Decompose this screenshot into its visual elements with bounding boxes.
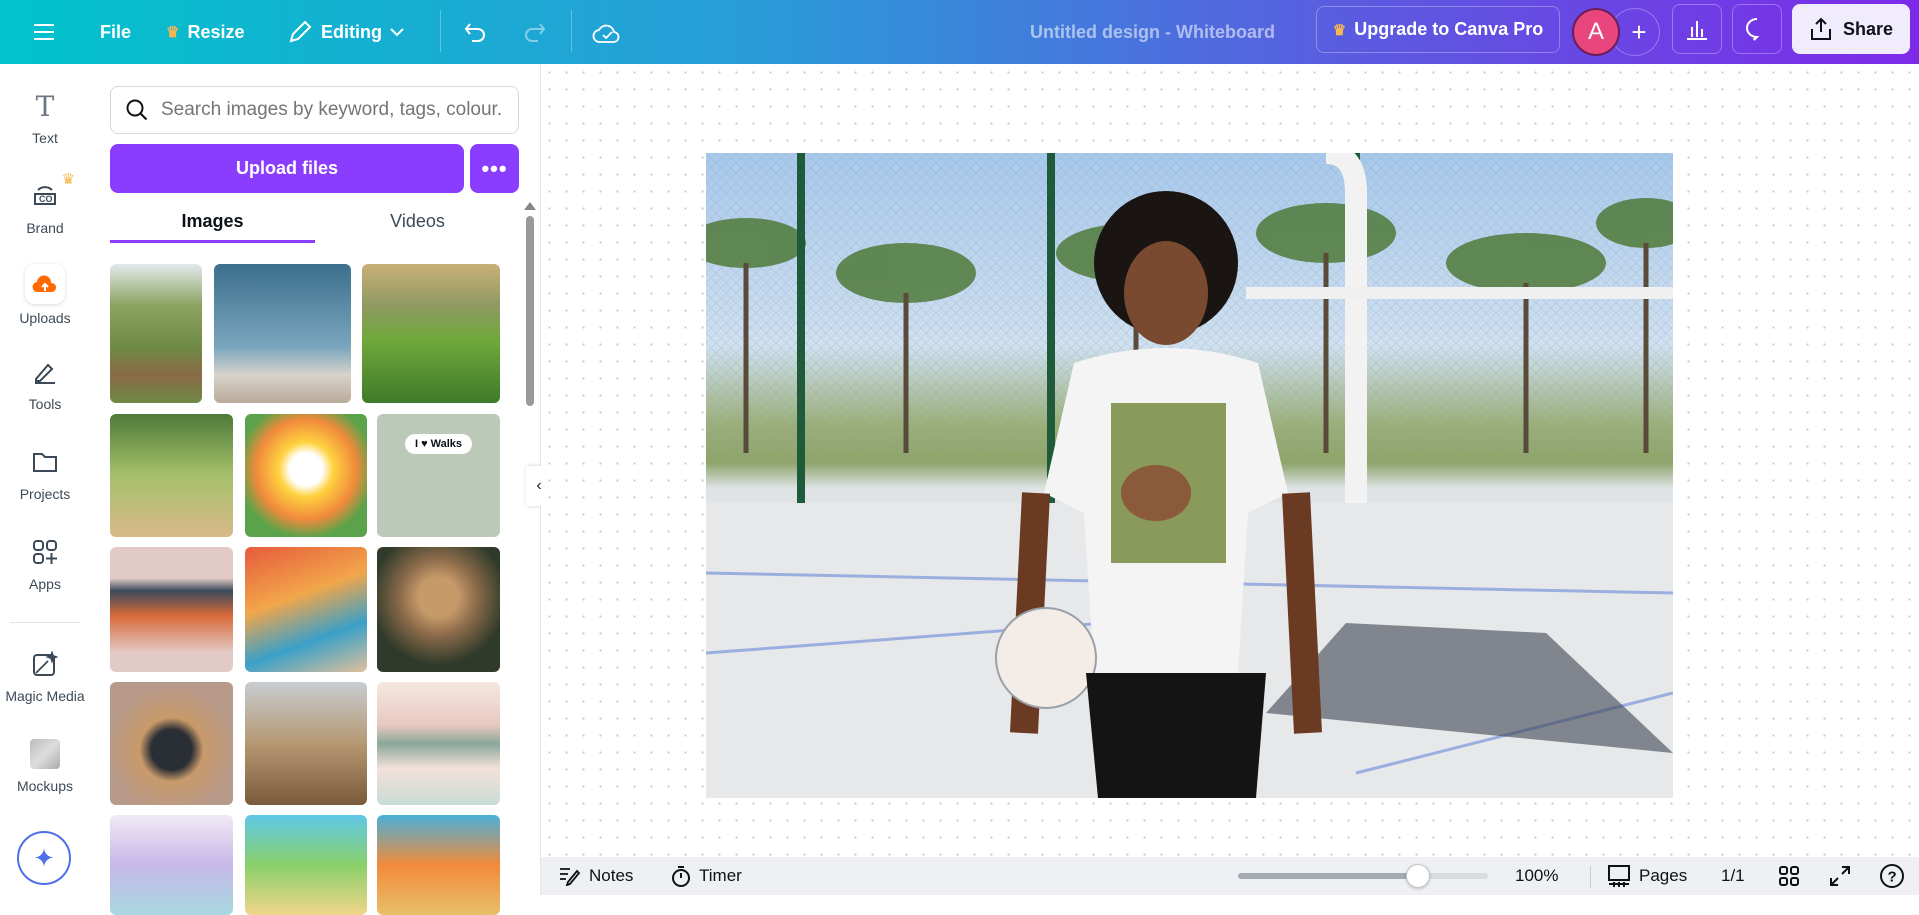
upload-files-button[interactable]: Upload files — [110, 144, 464, 193]
active-tab-indicator — [110, 240, 315, 243]
hamburger-icon — [34, 24, 54, 40]
tab-videos[interactable]: Videos — [315, 200, 520, 242]
brand-icon: CO ♛ — [27, 171, 75, 214]
page-count: 1/1 — [1721, 866, 1745, 885]
undo-button[interactable] — [463, 0, 489, 64]
scroll-up-icon[interactable] — [524, 202, 536, 210]
grid-view-button[interactable] — [1778, 857, 1800, 895]
thumbnail-cat-sunglasses[interactable] — [377, 547, 500, 672]
rail-item-uploads[interactable]: Uploads — [0, 264, 90, 326]
search-box[interactable] — [110, 86, 519, 134]
rail-item-tools[interactable]: Tools — [0, 354, 90, 412]
cloud-check-icon — [592, 24, 620, 43]
photo-scene — [706, 153, 1673, 798]
magic-image-icon — [27, 646, 63, 682]
tab-images[interactable]: Images — [110, 200, 315, 242]
notes-button[interactable]: Notes — [559, 857, 633, 895]
pages-icon — [1608, 865, 1630, 887]
timer-icon — [672, 866, 690, 887]
redo-button[interactable] — [521, 0, 547, 64]
thumbnail-cartoon-dog-flowers[interactable] — [245, 414, 367, 537]
upgrade-button[interactable]: ♛ Upgrade to Canva Pro — [1316, 6, 1560, 53]
help-button[interactable]: ? — [1879, 857, 1905, 895]
svg-text:CO: CO — [39, 194, 53, 204]
svg-text:?: ? — [1888, 869, 1897, 886]
divider — [1590, 866, 1591, 888]
redo-icon — [525, 23, 546, 42]
thumbnail-blue-room[interactable] — [214, 264, 351, 403]
whiteboard-canvas[interactable] — [541, 64, 1919, 857]
tools-icon — [27, 354, 63, 390]
undo-icon — [464, 23, 485, 42]
thumbnail-pastel-cards[interactable] — [110, 815, 233, 915]
folder-icon — [27, 444, 63, 480]
comment-icon — [1746, 18, 1760, 41]
timer-button[interactable]: Timer — [671, 857, 742, 895]
thumbnail-beach-palms[interactable] — [245, 815, 367, 915]
panel-scrollbar[interactable] — [524, 202, 536, 902]
thumbnail-green-valley[interactable] — [362, 264, 500, 403]
zoom-slider[interactable] — [1238, 864, 1488, 888]
thumbnail-i-love-walks[interactable]: I ♥ Walks — [377, 414, 500, 537]
insights-button[interactable] — [1672, 4, 1722, 54]
crown-icon: ♛ — [1332, 21, 1347, 39]
upload-share-icon — [1810, 17, 1831, 40]
bottom-bar: Notes Timer 100% Pages 1/1 ? — [541, 857, 1919, 895]
more-options-button[interactable]: ••• — [470, 144, 519, 193]
comments-button[interactable] — [1732, 4, 1782, 54]
notes-icon — [560, 868, 581, 886]
menu-button[interactable] — [33, 0, 55, 64]
divider — [10, 622, 80, 623]
apps-icon — [27, 534, 63, 570]
save-status-button[interactable] — [592, 0, 622, 64]
rail-item-brand[interactable]: CO ♛ Brand — [0, 171, 90, 236]
uploads-panel: Upload files ••• Images Videos I ♥ Walks — [90, 64, 541, 915]
scrollbar-thumb[interactable] — [526, 216, 534, 406]
cloud-upload-icon — [25, 264, 65, 304]
zoom-level[interactable]: 100% — [1515, 857, 1558, 895]
thumbnail-hikers[interactable] — [245, 682, 367, 805]
expand-icon — [1830, 866, 1850, 886]
sparkle-icon: ✦ — [33, 842, 55, 873]
side-rail: T Text CO ♛ Brand Uploads Tools Projects Ap… — [0, 64, 90, 895]
search-icon — [126, 99, 148, 121]
avatar[interactable]: A — [1572, 8, 1620, 56]
zoom-slider-handle[interactable] — [1406, 864, 1430, 888]
crown-icon: ♛ — [166, 24, 180, 41]
thumbnail-cat-jacket[interactable] — [110, 682, 233, 805]
thumbnail-pastel-mountains[interactable] — [377, 682, 500, 805]
search-input[interactable] — [161, 99, 501, 121]
thumbnail-summer-poster[interactable] — [377, 815, 500, 915]
zoom-slider-fill — [1238, 873, 1418, 879]
bar-chart-icon — [1687, 21, 1707, 40]
mockups-icon — [27, 736, 63, 772]
text-icon: T — [35, 89, 55, 123]
file-menu[interactable]: File — [100, 0, 131, 64]
chevron-down-icon — [390, 28, 404, 37]
share-button[interactable]: Share — [1792, 4, 1910, 54]
help-icon: ? — [1880, 864, 1904, 888]
rail-item-mockups[interactable]: Mockups — [0, 736, 90, 794]
rail-item-apps[interactable]: Apps — [0, 534, 90, 592]
pages-button[interactable]: Pages — [1607, 857, 1687, 895]
thumbnail-cartoon-dog-forest[interactable] — [110, 414, 233, 537]
thumbnail-dog-hills[interactable] — [110, 264, 202, 403]
divider — [571, 10, 572, 52]
rail-item-projects[interactable]: Projects — [0, 444, 90, 502]
thumbnail-cat-backpack[interactable] — [245, 547, 367, 672]
rail-item-text[interactable]: T Text — [0, 88, 90, 147]
resize-button[interactable]: ♛ Resize — [166, 0, 245, 64]
rail-item-magic-media[interactable]: Magic Media — [0, 646, 90, 704]
thumbnail-clothes-rack[interactable] — [110, 547, 233, 672]
magic-assistant-button[interactable]: ✦ — [17, 831, 71, 885]
divider — [440, 10, 441, 52]
pencil-icon — [289, 20, 312, 43]
grid-icon — [1779, 866, 1799, 886]
fullscreen-button[interactable] — [1829, 857, 1851, 895]
design-title[interactable]: Untitled design - Whiteboard — [1030, 0, 1275, 64]
editing-mode-dropdown[interactable]: Editing — [287, 0, 404, 64]
top-bar: File ♛ Resize Editing Untitled design - W… — [0, 0, 1919, 64]
photo-girl-with-ball[interactable] — [706, 153, 1673, 798]
